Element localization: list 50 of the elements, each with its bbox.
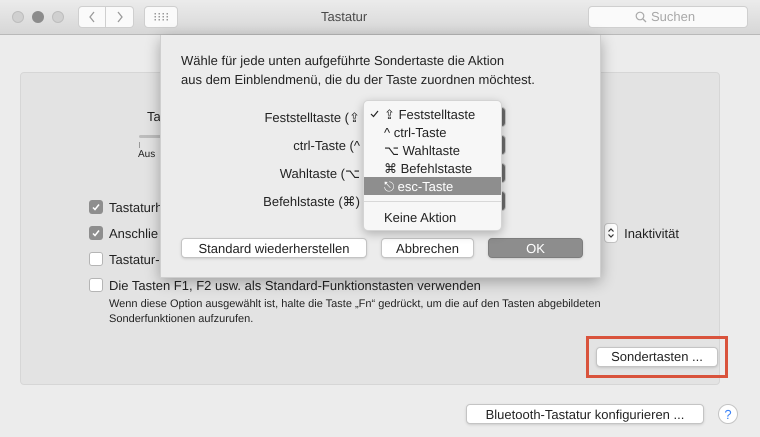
menu-item[interactable]: Keine Aktion [364, 208, 501, 226]
chevron-left-icon [88, 11, 96, 23]
checkbox[interactable] [89, 200, 103, 214]
menu-item-label: ⇪ Feststelltaste [384, 108, 476, 120]
slider-label: Aus [138, 150, 156, 160]
restore-defaults-button[interactable]: Standard wiederherstellen [181, 238, 367, 258]
chevron-right-icon [116, 11, 124, 23]
key-label: Feststelltaste (⇪ [263, 110, 360, 124]
help-button[interactable]: ? [718, 404, 738, 424]
checkbox-label: Die Tasten F1, F2 usw. als Standard-Funktionstasten verwenden [109, 278, 481, 292]
search-input[interactable]: Suchen [651, 7, 701, 27]
checkbox-label: Anschlie [109, 226, 158, 240]
grid-icon [154, 13, 168, 21]
search-field[interactable]: Suchen [588, 6, 748, 28]
key-label: ctrl-Taste (^ [292, 138, 360, 152]
dialog-message: Wähle für jede unten aufgeführte Sondertaste die Aktion aus dem Einblendmenü, die du der Taste zuordnen möchtest. [181, 52, 536, 89]
key-label: Wahltaste (⌥ [278, 166, 360, 180]
menu-item-label: ⌥ Wahltaste [384, 144, 460, 156]
back-button[interactable] [78, 6, 106, 28]
menu-item-label: ⎋ esc-Taste [384, 180, 454, 192]
tab-label: Ta [147, 110, 161, 123]
menu-item-label: ⌘ Befehlstaste [384, 162, 472, 174]
show-all-button[interactable] [144, 6, 178, 28]
up-down-arrows-icon [607, 227, 616, 239]
search-icon [635, 11, 647, 23]
window-title: Tastatur [321, 8, 368, 26]
key-label: Befehlstaste (⌘) [262, 194, 360, 208]
menu-item[interactable]: ⌥ Wahltaste [364, 141, 501, 159]
checkmark-icon [370, 110, 378, 118]
menu-item[interactable]: ^ ctrl-Taste [364, 123, 501, 141]
checkmark-icon [91, 202, 101, 212]
forward-button[interactable] [106, 6, 134, 28]
menu-item[interactable]: ⇪ Feststelltaste [364, 105, 501, 123]
special-keys-button[interactable]: Sondertasten ... [596, 346, 718, 366]
cancel-button[interactable]: Abbrechen [381, 238, 474, 258]
close-button[interactable] [12, 11, 24, 23]
minimize-button[interactable] [32, 11, 44, 23]
checkbox[interactable] [89, 252, 103, 266]
zoom-button[interactable] [52, 11, 64, 23]
option-description: Wenn diese Option ausgewählt ist, halte die Taste „Fn“ gedrückt, um die auf den Tasten abgebildeten Sonderfunktionen aufzurufen. [109, 297, 602, 327]
checkbox[interactable] [89, 226, 103, 240]
checkbox-label: Tastatur- [109, 252, 160, 266]
checkbox-label: Tastaturh [109, 200, 162, 214]
bluetooth-keyboard-button[interactable]: Bluetooth-Tastatur konfigurieren ... [466, 404, 704, 424]
menu-item-label: ^ ctrl-Taste [384, 126, 446, 138]
stepper-control[interactable] [604, 223, 618, 243]
menu-item[interactable]: ⌘ Befehlstaste [364, 159, 501, 177]
stepper-label: Inaktivität [624, 226, 679, 240]
checkmark-icon [91, 228, 101, 238]
checkbox[interactable] [89, 278, 103, 292]
